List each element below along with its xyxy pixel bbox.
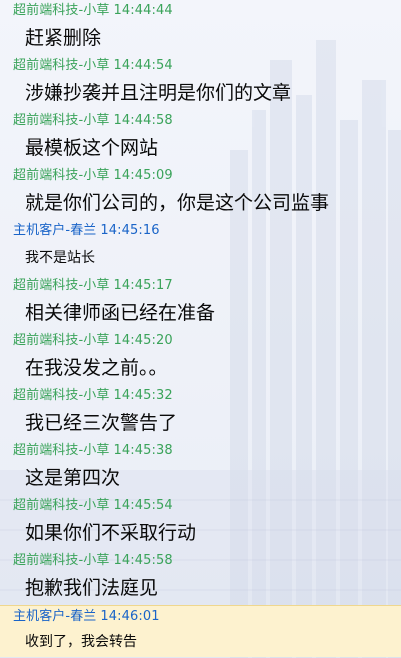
sender-name: 超前端科技-小草	[13, 113, 110, 128]
message-text: 这是第四次	[25, 467, 121, 489]
chat-message: 主机客户-春兰 14:45:16 我不是站长	[0, 220, 401, 275]
message-timestamp: 14:45:54	[113, 498, 173, 513]
chat-history[interactable]: 超前端科技-小草 14:44:44 赶紧删除 超前端科技-小草 14:44:54 涉嫌抄袭…	[0, 0, 401, 658]
message-header: 超前端科技-小草 14:45:20	[0, 330, 401, 352]
chat-message: 超前端科技-小草 14:45:54 如果你们不采取行动	[0, 495, 401, 550]
chat-message: 超前端科技-小草 14:44:54 涉嫌抄袭并且注明是你们的文章	[0, 55, 401, 110]
message-header: 超前端科技-小草 14:45:54	[0, 495, 401, 517]
sender-name: 超前端科技-小草	[13, 553, 110, 568]
message-header: 超前端科技-小草 14:45:17	[0, 275, 401, 297]
message-timestamp: 14:45:38	[113, 443, 173, 458]
message-text: 抱歉我们法庭见	[25, 577, 159, 599]
sender-name: 超前端科技-小草	[13, 388, 110, 403]
message-text: 在我没发之前。。	[25, 357, 168, 379]
message-timestamp: 14:44:44	[113, 3, 173, 18]
message-header: 超前端科技-小草 14:44:54	[0, 55, 401, 77]
chat-message: 超前端科技-小草 14:45:58 抱歉我们法庭见	[0, 550, 401, 605]
message-header: 超前端科技-小草 14:45:58	[0, 550, 401, 572]
message-text: 收到了，我会转告	[25, 634, 137, 650]
message-header: 超前端科技-小草 14:44:58	[0, 110, 401, 132]
message-text: 相关律师函已经在准备	[25, 302, 216, 324]
sender-name: 超前端科技-小草	[13, 333, 110, 348]
sender-name: 超前端科技-小草	[13, 3, 110, 18]
chat-message: 超前端科技-小草 14:45:17 相关律师函已经在准备	[0, 275, 401, 330]
message-timestamp: 14:46:01	[100, 609, 160, 624]
message-timestamp: 14:45:20	[113, 333, 173, 348]
sender-name: 超前端科技-小草	[13, 168, 110, 183]
chat-message: 主机客户-春兰 14:46:01 收到了，我会转告	[0, 605, 401, 657]
chat-message: 超前端科技-小草 14:45:38 这是第四次	[0, 440, 401, 495]
chat-message: 超前端科技-小草 14:45:32 我已经三次警告了	[0, 385, 401, 440]
sender-name: 超前端科技-小草	[13, 278, 110, 293]
message-text: 就是你们公司的，你是这个公司监事	[25, 192, 330, 214]
message-timestamp: 14:45:32	[113, 388, 173, 403]
sender-name: 主机客户-春兰	[13, 223, 97, 238]
message-header: 超前端科技-小草 14:45:38	[0, 440, 401, 462]
message-header: 主机客户-春兰 14:45:16	[0, 220, 401, 242]
message-timestamp: 14:45:17	[113, 278, 173, 293]
sender-name: 超前端科技-小草	[13, 443, 110, 458]
chat-message: 超前端科技-小草 14:45:20 在我没发之前。。	[0, 330, 401, 385]
message-text: 涉嫌抄袭并且注明是你们的文章	[25, 82, 292, 104]
message-text: 如果你们不采取行动	[25, 522, 197, 544]
sender-name: 主机客户-春兰	[13, 609, 97, 624]
message-timestamp: 14:45:16	[100, 223, 160, 238]
message-text: 最模板这个网站	[25, 137, 159, 159]
sender-name: 超前端科技-小草	[13, 58, 110, 73]
message-header: 超前端科技-小草 14:44:44	[0, 0, 401, 22]
chat-message: 超前端科技-小草 14:44:44 赶紧删除	[0, 0, 401, 55]
message-timestamp: 14:45:58	[113, 553, 173, 568]
message-header: 主机客户-春兰 14:46:01	[0, 606, 401, 628]
message-header: 超前端科技-小草 14:45:32	[0, 385, 401, 407]
message-text: 我不是站长	[25, 250, 95, 266]
message-timestamp: 14:44:54	[113, 58, 173, 73]
chat-message: 超前端科技-小草 14:45:09 就是你们公司的，你是这个公司监事	[0, 165, 401, 220]
message-header: 超前端科技-小草 14:45:09	[0, 165, 401, 187]
chat-message: 超前端科技-小草 14:44:58 最模板这个网站	[0, 110, 401, 165]
sender-name: 超前端科技-小草	[13, 498, 110, 513]
message-text: 我已经三次警告了	[25, 412, 178, 434]
message-timestamp: 14:45:09	[113, 168, 173, 183]
message-timestamp: 14:44:58	[113, 113, 173, 128]
message-text: 赶紧删除	[25, 27, 102, 49]
